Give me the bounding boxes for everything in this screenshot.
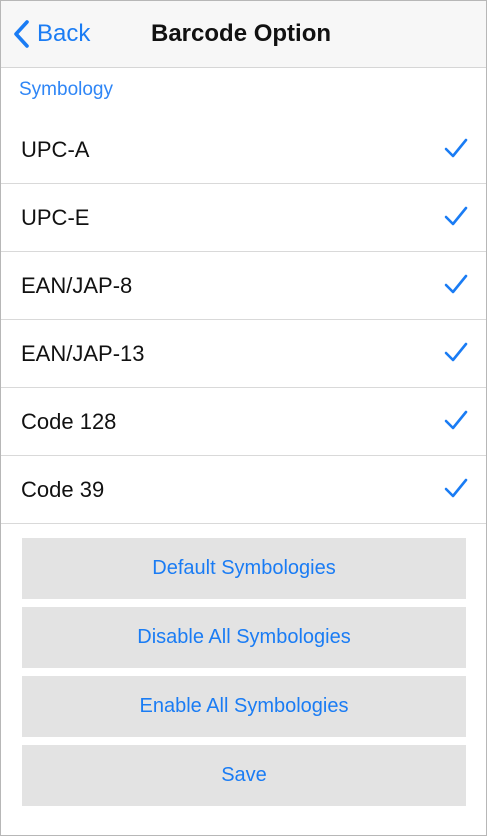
back-button[interactable]: Back [11, 18, 90, 50]
barcode-option-screen: Back Barcode Option Symbology UPC-A UPC-… [0, 0, 487, 836]
symbology-list: UPC-A UPC-E EAN/JAP-8 EAN/JAP-13 Code 12… [1, 116, 486, 524]
symbology-label: Code 128 [21, 408, 117, 434]
checkmark-icon [444, 206, 468, 226]
navigation-bar: Back Barcode Option [1, 1, 486, 68]
back-label: Back [37, 20, 91, 47]
default-symbologies-button[interactable]: Default Symbologies [22, 538, 466, 599]
symbology-row-ean-jap-13[interactable]: EAN/JAP-13 [1, 320, 486, 388]
section-header-symbology: Symbology [1, 68, 486, 116]
checkmark-icon [444, 342, 468, 362]
symbology-label: EAN/JAP-13 [21, 340, 145, 366]
symbology-row-upc-a[interactable]: UPC-A [1, 116, 486, 184]
checkmark-icon [444, 410, 468, 430]
checkmark-icon [444, 478, 468, 498]
symbology-label: UPC-E [21, 204, 90, 230]
symbology-row-code-128[interactable]: Code 128 [1, 388, 486, 456]
checkmark-icon [444, 274, 468, 294]
symbology-row-upc-e[interactable]: UPC-E [1, 184, 486, 252]
chevron-left-icon [14, 20, 29, 48]
enable-all-symbologies-button[interactable]: Enable All Symbologies [22, 676, 466, 737]
symbology-label: UPC-A [21, 136, 90, 162]
symbology-row-ean-jap-8[interactable]: EAN/JAP-8 [1, 252, 486, 320]
page-title: Barcode Option [151, 20, 332, 47]
save-button[interactable]: Save [22, 745, 466, 806]
disable-all-symbologies-button[interactable]: Disable All Symbologies [22, 607, 466, 668]
action-buttons: Default Symbologies Disable All Symbolog… [22, 538, 466, 814]
section-header-label: Symbology [19, 79, 113, 100]
symbology-row-code-39[interactable]: Code 39 [1, 456, 486, 524]
symbology-label: EAN/JAP-8 [21, 272, 133, 298]
symbology-label: Code 39 [21, 476, 105, 502]
checkmark-icon [444, 138, 468, 158]
